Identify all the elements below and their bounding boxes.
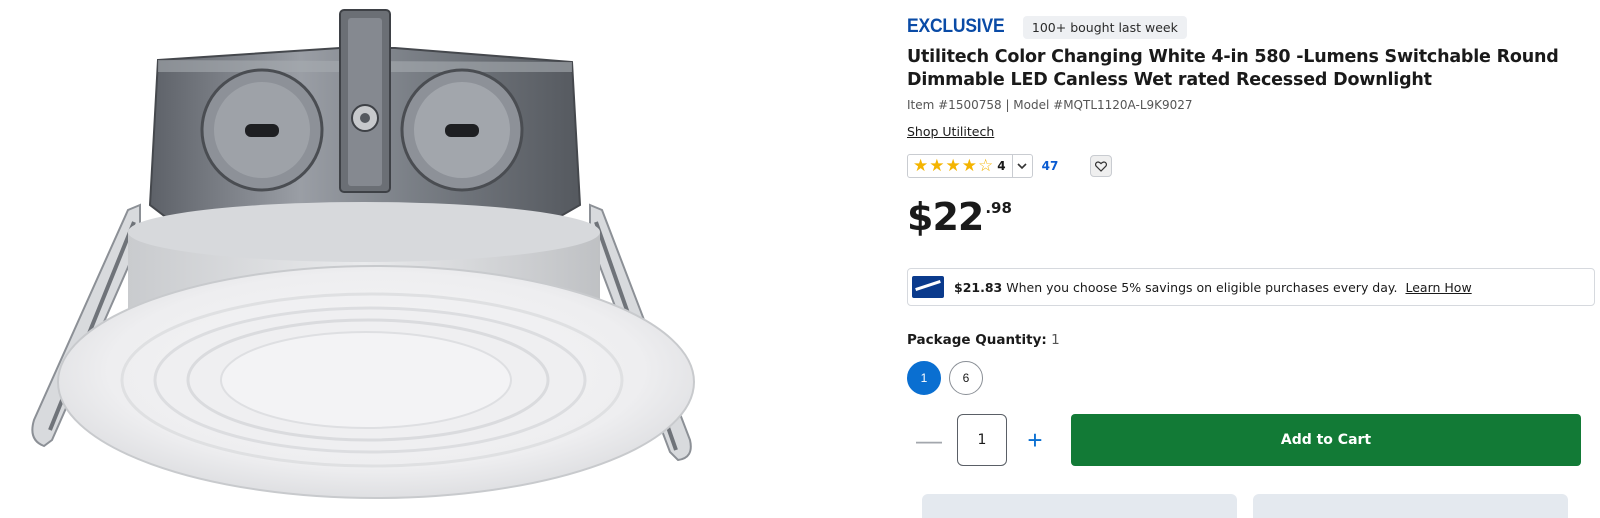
rating-dropdown[interactable]: ★ ★ ★ ★ ☆ 4 xyxy=(907,154,1033,178)
bought-last-week-badge: 100+ bought last week xyxy=(1022,15,1187,39)
chevron-down-icon[interactable] xyxy=(1011,155,1032,177)
package-quantity-options: 1 6 xyxy=(907,361,983,395)
package-quantity-title: Package Quantity: xyxy=(907,332,1047,348)
savings-text: $21.83 When you choose 5% savings on eli… xyxy=(954,280,1472,295)
increase-quantity-button[interactable]: + xyxy=(1013,418,1057,462)
package-quantity-label: Package Quantity: 1 xyxy=(907,332,1060,348)
decrease-quantity-button[interactable]: — xyxy=(907,418,951,462)
star-filled-icon: ★ xyxy=(961,156,977,176)
star-filled-icon: ★ xyxy=(945,156,961,176)
favorite-button[interactable] xyxy=(1090,155,1113,177)
credit-card-icon xyxy=(912,276,944,298)
star-empty-icon: ☆ xyxy=(978,156,994,176)
price-dollars: $22 xyxy=(907,195,984,239)
quantity-input[interactable] xyxy=(957,414,1007,466)
savings-description: When you choose 5% savings on eligible p… xyxy=(1006,279,1398,295)
star-rating: ★ ★ ★ ★ ☆ xyxy=(913,156,993,176)
star-filled-icon: ★ xyxy=(929,156,945,176)
package-option-1[interactable]: 1 xyxy=(907,361,941,395)
product-info: EXCLUSIVE 100+ bought last week Utilitec… xyxy=(907,0,1597,518)
fulfillment-option-card[interactable] xyxy=(1253,494,1568,518)
fulfillment-option-card[interactable] xyxy=(922,494,1237,518)
package-quantity-value: 1 xyxy=(1051,332,1060,348)
badge-row: EXCLUSIVE 100+ bought last week xyxy=(907,14,1187,40)
fulfillment-options xyxy=(922,494,1568,518)
heart-icon xyxy=(1095,160,1108,172)
price-cents: .98 xyxy=(985,199,1012,217)
rating-row: ★ ★ ★ ★ ☆ 4 47 xyxy=(907,154,1113,178)
item-model-numbers: Item #1500758 | Model #MQTL1120A-L9K9027 xyxy=(907,98,1193,112)
star-filled-icon: ★ xyxy=(913,156,929,176)
quantity-stepper: — + Add to Cart xyxy=(907,414,1597,466)
product-title: Utilitech Color Changing White 4-in 580 … xyxy=(907,47,1559,90)
price: $22 .98 xyxy=(907,194,1012,240)
add-to-cart-button[interactable]: Add to Cart xyxy=(1071,414,1581,466)
package-option-6[interactable]: 6 xyxy=(949,361,983,395)
shop-brand-link[interactable]: Shop Utilitech xyxy=(907,124,994,139)
product-image xyxy=(0,0,720,518)
savings-amount: $21.83 xyxy=(954,279,1003,295)
learn-how-link[interactable]: Learn How xyxy=(1405,280,1471,295)
exclusive-badge: EXCLUSIVE xyxy=(907,16,1005,37)
rating-value: 4 xyxy=(997,159,1006,173)
card-savings-banner: $21.83 When you choose 5% savings on eli… xyxy=(907,268,1595,306)
review-count-link[interactable]: 47 xyxy=(1042,159,1059,173)
